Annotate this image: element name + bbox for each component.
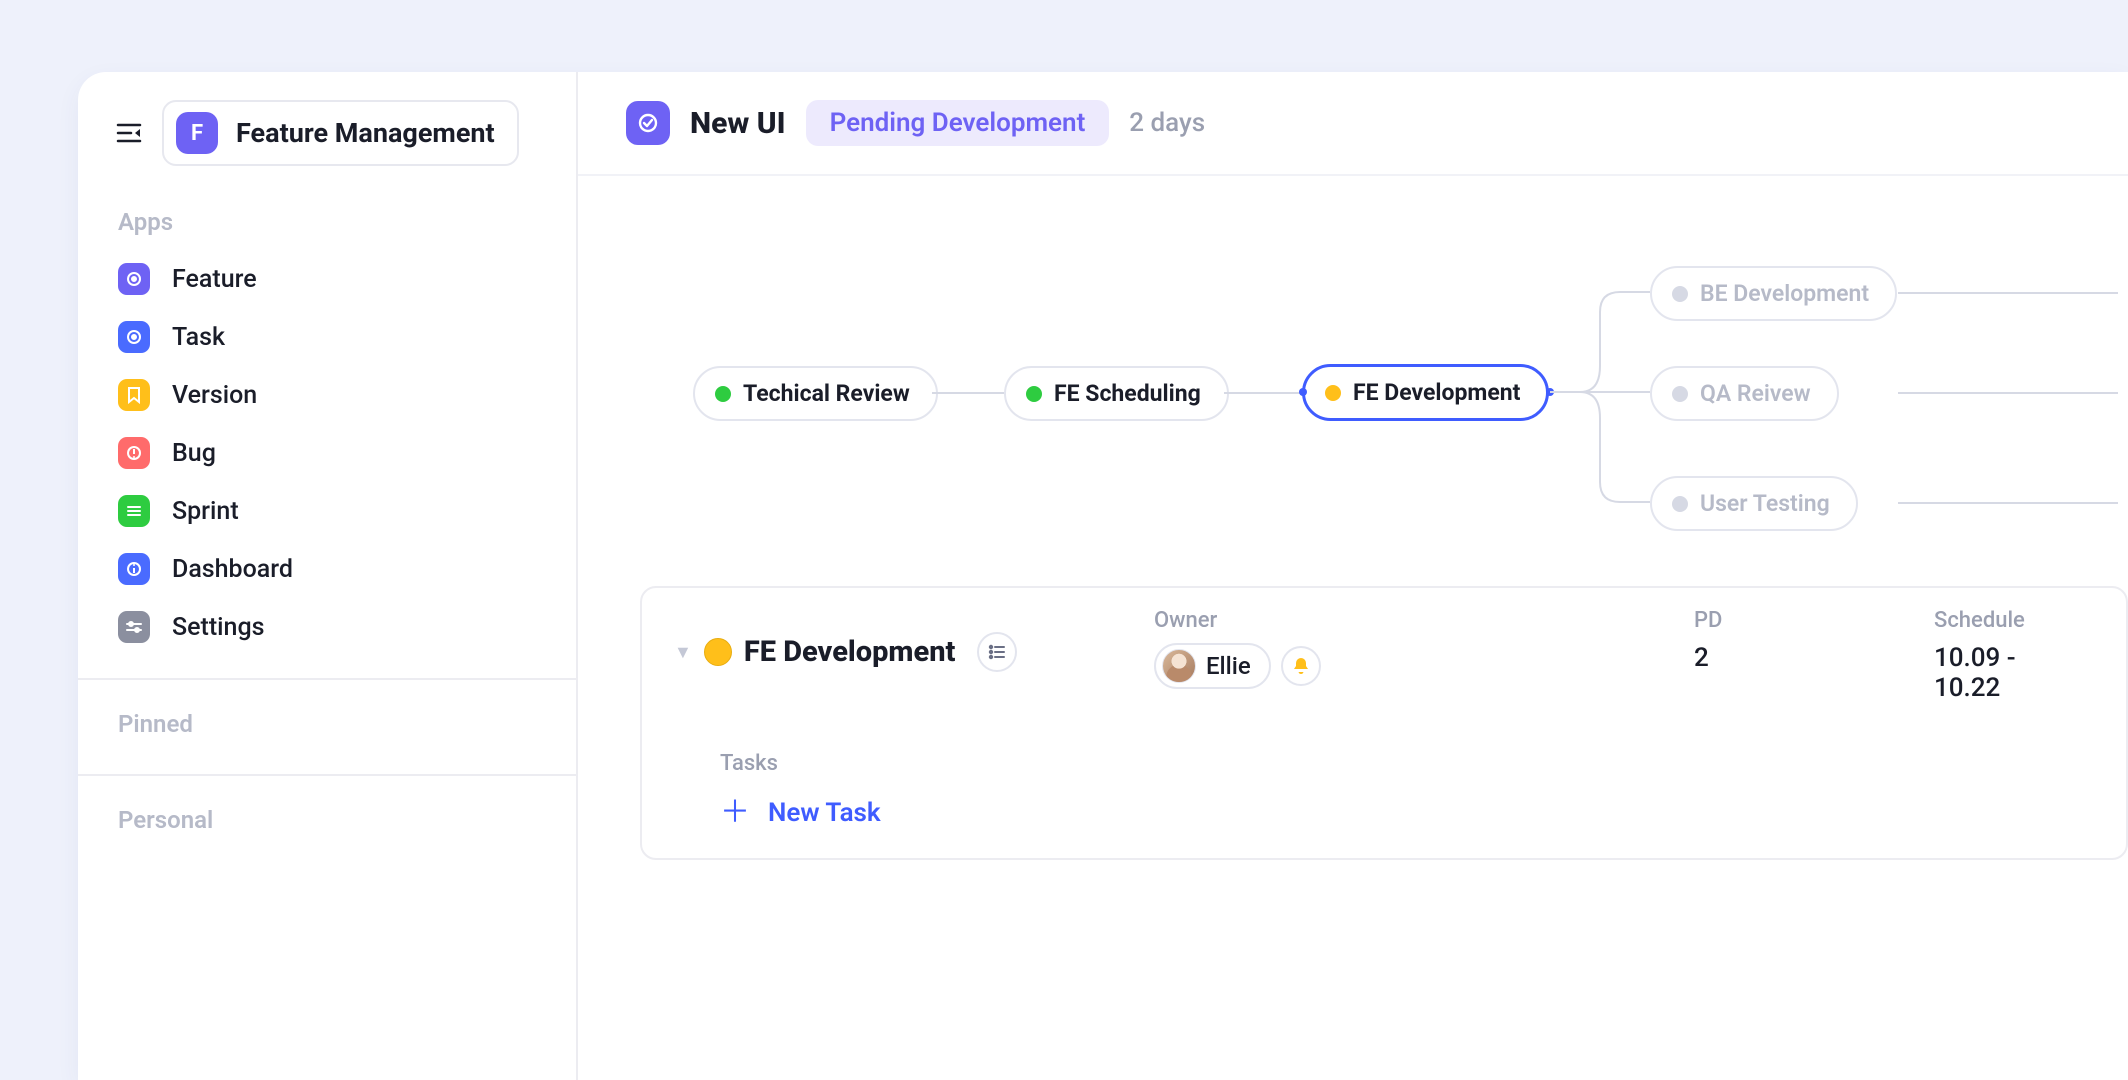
flow-node-label: FE Development — [1353, 379, 1520, 406]
owner-label: Owner — [1154, 608, 1684, 633]
sidebar-item-label: Sprint — [172, 497, 239, 526]
sidebar-item-label: Bug — [172, 439, 216, 468]
flow-node-technical-review[interactable]: Techical Review — [693, 366, 938, 421]
sidebar-section-personal: Personal — [78, 806, 576, 834]
divider — [78, 774, 576, 776]
sidebar-section-pinned: Pinned — [78, 710, 576, 738]
pd-value: 2 — [1694, 643, 1924, 673]
connector — [932, 392, 1004, 394]
connector — [1898, 392, 2118, 394]
status-dot-icon — [1672, 386, 1688, 402]
flow-node-qa-review[interactable]: QA Reivew — [1650, 366, 1839, 421]
sidebar-item-dashboard[interactable]: Dashboard — [118, 540, 576, 598]
chevron-down-icon[interactable]: ▼ — [674, 642, 692, 663]
flow-node-label: Techical Review — [743, 380, 910, 407]
connector — [1224, 392, 1302, 394]
feature-header-icon — [626, 101, 670, 145]
status-dot-icon — [704, 638, 732, 666]
status-dot-icon — [1325, 385, 1341, 401]
page-title: New UI — [690, 106, 786, 141]
workspace-name: Feature Management — [236, 117, 495, 149]
collapse-icon — [116, 122, 142, 144]
pd-column: PD 2 — [1694, 608, 1924, 673]
flow-node-label: QA Reivew — [1700, 380, 1811, 407]
owner-column: Owner Ellie — [1154, 608, 1684, 689]
version-icon — [118, 379, 150, 411]
settings-icon — [118, 611, 150, 643]
status-dot-icon — [715, 386, 731, 402]
owner-row: Ellie — [1154, 643, 1684, 689]
connector — [1898, 292, 2118, 294]
schedule-value: 10.09 - 10.22 — [1934, 643, 2086, 703]
flow-node-label: User Testing — [1700, 490, 1830, 517]
branch-connector — [1550, 286, 1650, 506]
collapse-sidebar-button[interactable] — [114, 118, 144, 148]
tasks-label: Tasks — [720, 751, 2086, 776]
port-in — [1299, 388, 1307, 396]
flow-node-fe-development[interactable]: FE Development — [1302, 364, 1549, 421]
detail-title-cell: ▼ FE Development — [674, 608, 1144, 672]
sidebar-top: F Feature Management — [78, 100, 576, 166]
detail-card: ▼ FE Development Owner Ellie — [640, 586, 2128, 860]
main-header: New UI Pending Development 2 days — [578, 72, 2128, 176]
task-icon — [118, 321, 150, 353]
sidebar-item-settings[interactable]: Settings — [118, 598, 576, 656]
owner-chip[interactable]: Ellie — [1154, 643, 1271, 689]
flow-node-user-testing[interactable]: User Testing — [1650, 476, 1858, 531]
header-duration: 2 days — [1129, 108, 1205, 138]
dashboard-icon — [118, 553, 150, 585]
status-dot-icon — [1672, 286, 1688, 302]
detail-title: FE Development — [744, 635, 956, 669]
sidebar-item-label: Task — [172, 323, 225, 352]
main: New UI Pending Development 2 days Techic… — [578, 72, 2128, 1080]
sidebar-item-bug[interactable]: Bug — [118, 424, 576, 482]
status-dot-icon — [1026, 386, 1042, 402]
sidebar-item-task[interactable]: Task — [118, 308, 576, 366]
workspace-icon: F — [176, 112, 218, 154]
owner-name: Ellie — [1206, 652, 1251, 680]
flow-node-be-development[interactable]: BE Development — [1650, 266, 1897, 321]
new-task-button[interactable]: ＋ New Task — [720, 798, 2086, 828]
app-window: F Feature Management Apps Feature Task — [78, 72, 2128, 1080]
new-task-label: New Task — [768, 798, 881, 828]
sprint-icon — [118, 495, 150, 527]
sidebar-nav-list: Feature Task Version Bug — [78, 250, 576, 656]
detail-list-button[interactable] — [977, 632, 1017, 672]
workflow-diagram: Techical Review FE Scheduling FE Develop… — [578, 176, 2128, 586]
sidebar-item-sprint[interactable]: Sprint — [118, 482, 576, 540]
bug-icon — [118, 437, 150, 469]
tasks-section: Tasks ＋ New Task — [642, 727, 2126, 858]
sidebar-item-label: Feature — [172, 265, 257, 294]
plus-icon: ＋ — [720, 798, 750, 828]
bell-icon — [1291, 656, 1311, 676]
status-dot-icon — [1672, 496, 1688, 512]
flow-node-fe-scheduling[interactable]: FE Scheduling — [1004, 366, 1229, 421]
schedule-column: Schedule 10.09 - 10.22 — [1934, 608, 2086, 703]
schedule-label: Schedule — [1934, 608, 2086, 633]
flow-node-label: FE Scheduling — [1054, 380, 1201, 407]
connector — [1898, 502, 2118, 504]
sidebar-item-feature[interactable]: Feature — [118, 250, 576, 308]
pd-label: PD — [1694, 608, 1924, 633]
status-badge[interactable]: Pending Development — [806, 100, 1110, 146]
sidebar-item-label: Settings — [172, 613, 265, 642]
detail-header-row: ▼ FE Development Owner Ellie — [642, 588, 2126, 727]
flow-node-label: BE Development — [1700, 280, 1869, 307]
sidebar-item-label: Version — [172, 381, 257, 410]
avatar — [1162, 649, 1196, 683]
divider — [78, 678, 576, 680]
workspace-selector[interactable]: F Feature Management — [162, 100, 519, 166]
sidebar: F Feature Management Apps Feature Task — [78, 72, 578, 1080]
sidebar-item-version[interactable]: Version — [118, 366, 576, 424]
sidebar-item-label: Dashboard — [172, 555, 293, 584]
feature-icon — [118, 263, 150, 295]
port-out — [1546, 388, 1554, 396]
sidebar-section-apps: Apps — [78, 208, 576, 236]
notify-button[interactable] — [1281, 646, 1321, 686]
